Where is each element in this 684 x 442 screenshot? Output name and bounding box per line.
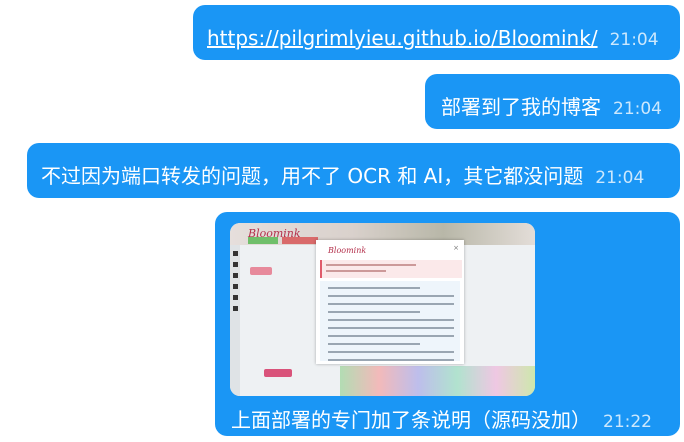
attached-screenshot[interactable]: Bloomink Bloomink ×	[230, 223, 535, 396]
dialog-title: Bloomink	[328, 246, 367, 255]
message-bubble: 部署到了我的博客 21:04	[425, 74, 680, 129]
message-time: 21:22	[603, 412, 652, 432]
message-time: 21:04	[595, 168, 645, 188]
screenshot-sidebar	[230, 245, 240, 396]
screenshot-tab	[282, 237, 318, 244]
message-text: 不过因为端口转发的问题，用不了 OCR 和 AI，其它都没问题	[41, 164, 584, 188]
message-text: 部署到了我的博客	[441, 95, 601, 119]
dialog-warning	[320, 260, 462, 278]
message-time: 21:04	[613, 99, 662, 119]
close-icon: ×	[453, 244, 459, 252]
message-time: 21:04	[609, 30, 659, 50]
message-caption: 上面部署的专门加了条说明（源码没加） 21:22	[231, 408, 652, 432]
blog-link[interactable]: https://pilgrimlyieu.github.io/Bloomink/	[207, 26, 598, 50]
message-text: 上面部署的专门加了条说明（源码没加）	[231, 408, 591, 432]
dialog-info	[320, 281, 460, 361]
screenshot-dialog: Bloomink ×	[316, 240, 464, 364]
screenshot-button	[250, 267, 272, 275]
screenshot-tab	[248, 237, 278, 244]
screenshot-color-stripe	[340, 366, 535, 396]
message-bubble-link: https://pilgrimlyieu.github.io/Bloomink/…	[193, 5, 680, 60]
message-bubble-with-image: Bloomink Bloomink × 上面部署的专门加了条说明（源码没加） 2…	[215, 212, 680, 436]
message-bubble: 不过因为端口转发的问题，用不了 OCR 和 AI，其它都没问题 21:04	[27, 143, 680, 198]
screenshot-button	[264, 369, 292, 377]
